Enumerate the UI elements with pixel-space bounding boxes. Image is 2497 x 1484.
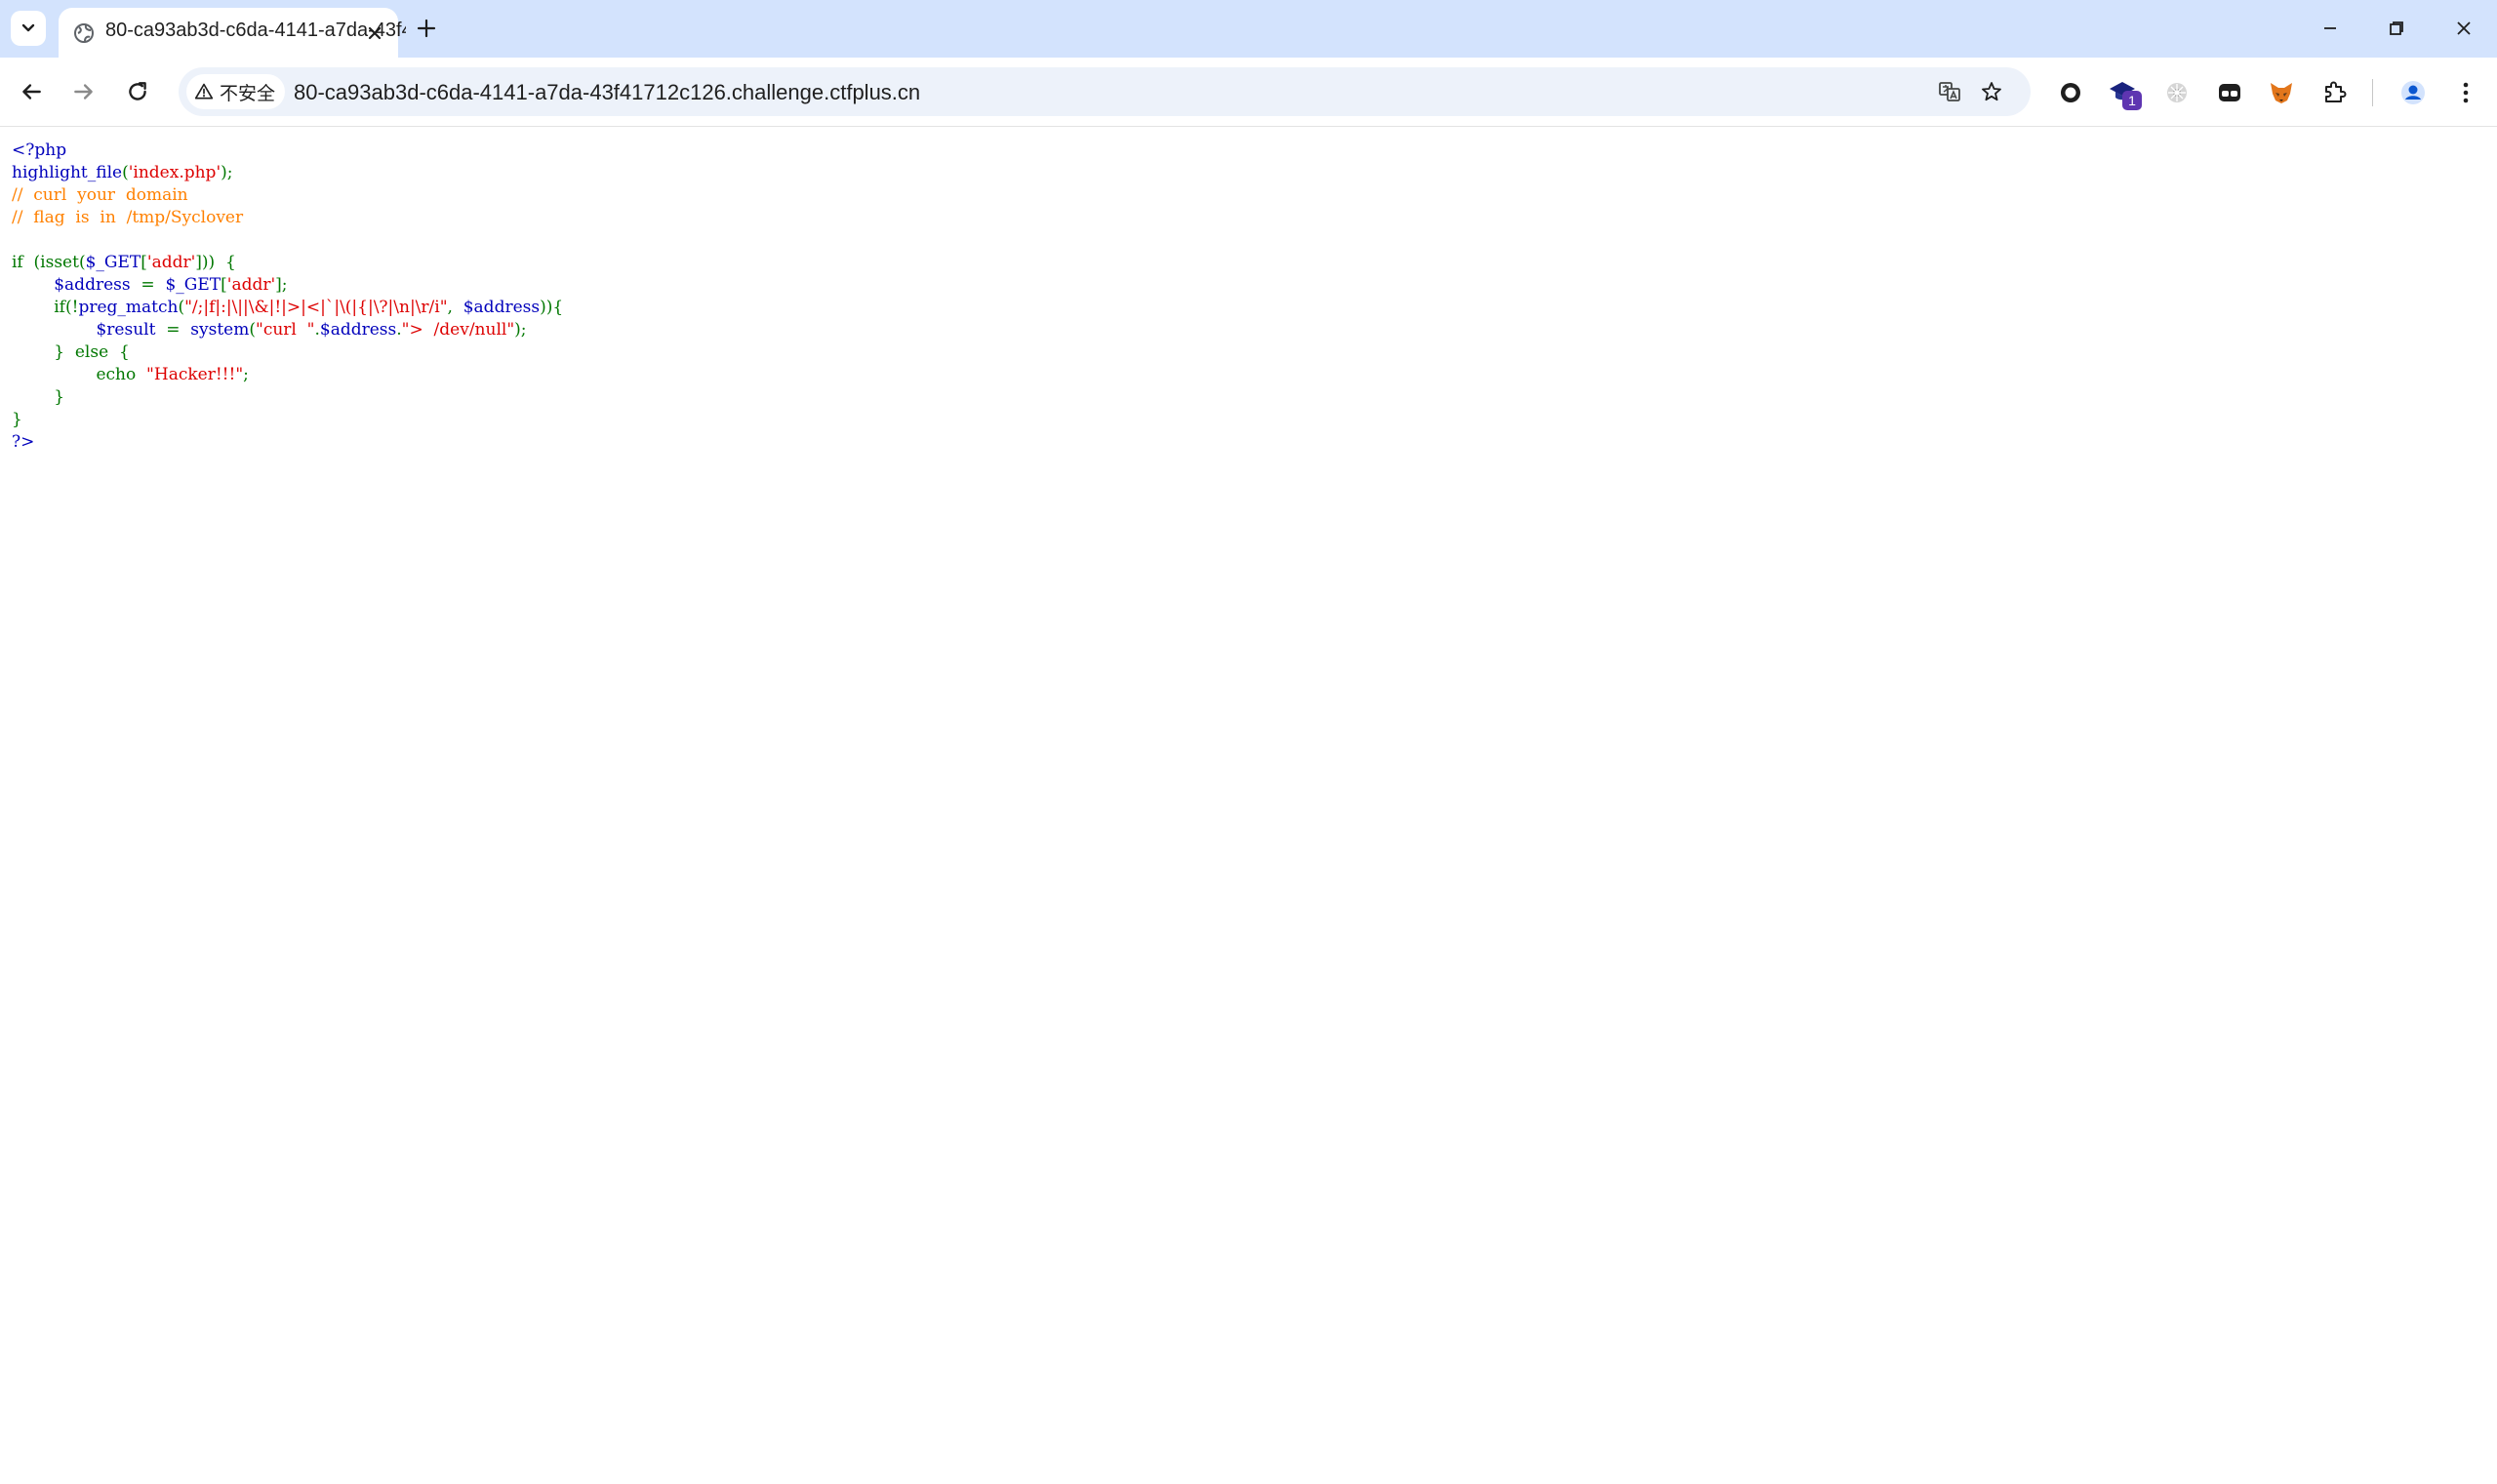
tab-search-icon [21, 23, 35, 32]
extension-badge: 1 [2122, 91, 2142, 110]
code-token: ); [221, 163, 233, 182]
address-bar[interactable]: 不安全 80-ca93ab3d-c6da-4141-a7da-43f41712c… [179, 67, 2031, 116]
tab-title-container: 80-ca93ab3d-c6da-4141-a7da-43f41712c126.… [105, 20, 406, 43]
code-token: $_GET [85, 253, 141, 272]
code-token: preg_match [78, 298, 179, 317]
code-token: ; [243, 365, 249, 384]
code-token: [ [221, 275, 227, 295]
hat-extension-button[interactable]: 1 [2108, 77, 2143, 112]
code-token: $_GET [165, 275, 222, 295]
puzzle-icon[interactable] [2321, 79, 2349, 106]
tab-search-button[interactable] [11, 11, 46, 46]
code-token: // curl your domain [12, 185, 188, 205]
code-token: ( [122, 163, 129, 182]
code-token: = [141, 275, 166, 295]
tab-title: 80-ca93ab3d-c6da-4141-a7da-43f41712c126.… [105, 20, 406, 41]
forward-icon[interactable] [71, 79, 97, 104]
profile-icon[interactable] [2399, 79, 2427, 106]
restore-icon[interactable] [2385, 17, 2408, 40]
code-token: } [12, 387, 65, 407]
translate-icon[interactable] [1938, 80, 1961, 103]
code-token: // flag is in /tmp/Syclover [12, 208, 244, 227]
code-line: } else { [12, 341, 2480, 364]
code-token: $address [463, 298, 541, 317]
code-line: <?php [12, 140, 2480, 162]
code-token: if(! [12, 298, 79, 317]
plus-icon[interactable] [415, 17, 438, 40]
code-token: "> /dev/null" [401, 320, 515, 340]
code-token: ]; [275, 275, 288, 295]
code-line: $address = $_GET['addr']; [12, 274, 2480, 297]
php-source-code: <?php highlight_file('index.php');// curl… [12, 140, 2480, 454]
code-line: ?> [12, 431, 2480, 454]
code-line: echo "Hacker!!!"; [12, 364, 2480, 386]
code-line: if (isset($_GET['addr'])) { [12, 252, 2480, 274]
code-line: highlight_file('index.php'); [12, 162, 2480, 184]
code-token: [ [141, 253, 147, 272]
code-token: ?> [12, 432, 35, 452]
globe-icon [74, 23, 94, 43]
code-token: "curl " [256, 320, 315, 340]
code-line: $result = system("curl ".$address."> /de… [12, 319, 2480, 341]
security-label: 不安全 [220, 83, 276, 104]
code-token: } else { [12, 342, 130, 362]
code-token: = [166, 320, 191, 340]
code-token: echo [12, 365, 147, 384]
back-icon[interactable] [19, 79, 44, 104]
code-token: ); [514, 320, 527, 340]
code-token: system [190, 320, 250, 340]
code-token: 'index.php' [128, 163, 222, 182]
code-token: )){ [540, 298, 564, 317]
code-token: <?php [12, 140, 67, 160]
code-token: ])) { [195, 253, 236, 272]
code-line: } [12, 386, 2480, 409]
code-token: 'addr' [226, 275, 276, 295]
code-token: $address [54, 275, 141, 295]
security-indicator[interactable]: 不安全 [186, 74, 286, 109]
page-content: <?php highlight_file('index.php');// curl… [12, 140, 2480, 1466]
code-token: , [447, 298, 463, 317]
code-line: } [12, 409, 2480, 431]
code-token: if (isset( [12, 253, 86, 272]
code-token: highlight_file [12, 163, 123, 182]
toolbar-divider [2372, 79, 2373, 106]
code-token: } [12, 410, 22, 429]
code-line: // flag is in /tmp/Syclover [12, 207, 2480, 229]
window-close-icon[interactable] [2452, 17, 2476, 40]
more-icon[interactable] [2452, 79, 2479, 106]
warning-icon [194, 83, 214, 100]
fox-extension-icon[interactable] [2268, 79, 2295, 106]
code-token: "/;|f|:|\||\&|!|>|<|`|\(|{|\?|\n|\r/i" [184, 298, 448, 317]
reload-icon[interactable] [125, 79, 150, 104]
star-icon[interactable] [1980, 80, 2003, 103]
code-token: $address [319, 320, 397, 340]
flower-extension-icon[interactable] [2163, 79, 2191, 106]
minimize-icon[interactable] [2318, 17, 2342, 40]
code-token: $result [96, 320, 167, 340]
browser-toolbar: 不安全 80-ca93ab3d-c6da-4141-a7da-43f41712c… [0, 58, 2497, 127]
glasses-extension-icon[interactable] [2216, 79, 2243, 106]
code-line: if(!preg_match("/;|f|:|\||\&|!|>|<|`|\(|… [12, 297, 2480, 319]
url-text[interactable]: 80-ca93ab3d-c6da-4141-a7da-43f41712c126.… [294, 80, 920, 105]
code-token: 'addr' [146, 253, 196, 272]
tab-strip: 80-ca93ab3d-c6da-4141-a7da-43f41712c126.… [0, 0, 2497, 58]
circle-extension-icon[interactable] [2057, 79, 2084, 106]
code-token: "Hacker!!!" [146, 365, 244, 384]
code-line: // curl your domain [12, 184, 2480, 207]
active-tab[interactable]: 80-ca93ab3d-c6da-4141-a7da-43f41712c126.… [59, 8, 406, 58]
close-icon[interactable] [363, 21, 386, 45]
